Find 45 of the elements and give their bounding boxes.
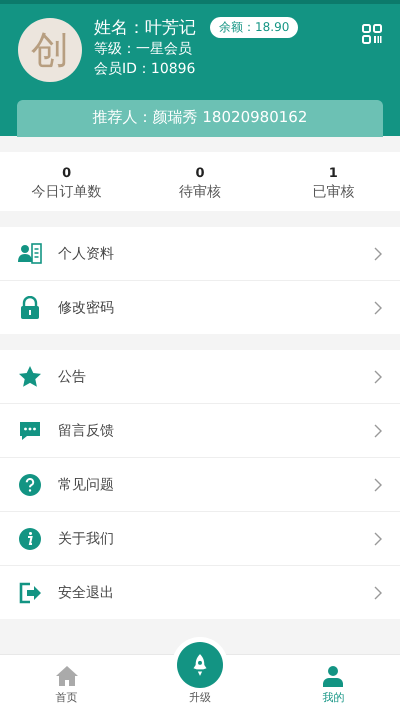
tab[interactable]: 首页 [0,655,134,711]
tab[interactable]: 升级 [133,625,267,711]
id-card-icon [18,242,42,266]
info-icon [18,526,42,550]
menu-label: 个人资料 [58,244,115,262]
menu-label: 公告 [58,368,87,386]
help-icon [18,472,42,496]
star-icon [18,364,42,388]
member-level: 等级：一星会员 [94,40,193,59]
qr-code-icon[interactable] [362,24,382,44]
menu-item[interactable]: 修改密码 [0,281,400,334]
chevron-right-icon [374,370,382,384]
stat-value: 0 [195,166,205,181]
menu-item[interactable]: 关于我们 [0,512,400,566]
avatar: 创 [18,18,82,82]
menu-item[interactable]: 公告 [0,350,400,404]
chevron-right-icon [374,532,382,546]
menu-item[interactable]: 安全退出 [0,566,400,619]
member-name: 姓名：叶芳记 [94,17,196,39]
menu-label: 常见问题 [58,476,115,494]
stat-label: 已审核 [312,183,354,201]
referrer-bar: 推荐人：颜瑞秀 18020980162 [17,100,383,137]
chevron-right-icon [374,586,382,600]
menu-label: 安全退出 [58,584,115,602]
stat-label: 待审核 [178,183,221,201]
home-icon [54,664,79,688]
member-id: 会员ID：10896 [94,60,196,79]
lock-icon [18,296,42,320]
person-icon [321,664,346,688]
stat-label: 今日订单数 [32,183,102,201]
stat-value: 1 [328,166,338,181]
menu-item[interactable]: 常见问题 [0,458,400,512]
menu-label: 修改密码 [58,298,115,316]
menu-item[interactable]: 个人资料 [0,227,400,281]
menu-label: 留言反馈 [58,422,115,440]
chevron-right-icon [374,246,382,260]
chevron-right-icon [374,424,382,438]
stat-value: 0 [62,166,72,181]
balance-badge: 余额：18.90 [210,17,298,38]
chevron-right-icon [374,300,382,314]
menu-item[interactable]: 留言反馈 [0,404,400,458]
menu-label: 关于我们 [58,530,115,548]
logout-icon [18,580,42,604]
tab[interactable]: 我的 [266,655,400,711]
chevron-right-icon [374,478,382,492]
